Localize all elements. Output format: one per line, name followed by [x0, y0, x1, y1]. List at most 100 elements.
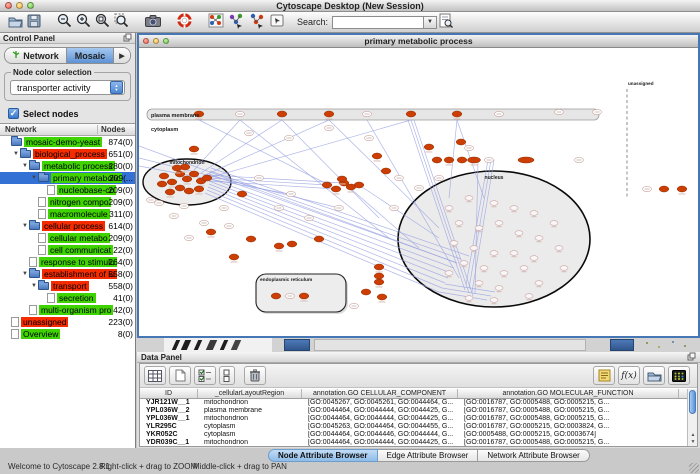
network-overview-button[interactable]: [206, 13, 226, 32]
network-node[interactable]: [490, 201, 498, 206]
create-attribute-button[interactable]: [169, 366, 191, 385]
tab-mosaic[interactable]: Mosaic: [67, 48, 114, 63]
network-node[interactable]: [445, 206, 453, 211]
scrollbar-thumb[interactable]: [689, 390, 696, 414]
network-node[interactable]: [495, 286, 503, 291]
network-node[interactable]: [194, 186, 204, 192]
network-node[interactable]: [510, 206, 518, 211]
tree-row[interactable]: ▼biological_process651(0): [0, 148, 135, 160]
tree-row[interactable]: multi-organism pro42(0): [0, 304, 135, 316]
column-header[interactable]: annotation.GO MOLECULAR_FUNCTION: [458, 389, 679, 398]
network-node[interactable]: [229, 254, 239, 260]
network-node[interactable]: [322, 182, 332, 188]
network-node[interactable]: [495, 221, 503, 226]
network-node[interactable]: [324, 111, 334, 117]
snapshot-button[interactable]: [143, 13, 163, 32]
table-row[interactable]: YPL036W__1mitochondrion[GO:0044464, GO:0…: [140, 415, 697, 423]
delete-attribute-button[interactable]: [244, 366, 266, 385]
network-node[interactable]: [518, 157, 534, 163]
network-node[interactable]: [555, 246, 563, 251]
tree-row[interactable]: macromolecule311(0): [0, 208, 135, 220]
attribute-matrix-button[interactable]: [668, 366, 690, 385]
network-node[interactable]: [525, 294, 533, 299]
tab-edge-attribute-browser[interactable]: Edge Attribute Browser: [378, 449, 479, 462]
tree-row[interactable]: ▼cellular process614(0): [0, 220, 135, 232]
network-node[interactable]: [165, 189, 175, 195]
unselect-attributes-button[interactable]: [219, 366, 235, 385]
network-node[interactable]: [271, 293, 281, 299]
network-node[interactable]: [287, 241, 297, 247]
vizmapper-button[interactable]: [226, 13, 247, 32]
resize-grip-icon[interactable]: [689, 463, 699, 473]
network-node[interactable]: [175, 185, 185, 191]
select-attributes-button[interactable]: [144, 366, 166, 385]
select-nodes-checkbox[interactable]: ✓: [8, 108, 19, 119]
network-node[interactable]: [515, 231, 523, 236]
network-node[interactable]: [184, 188, 194, 194]
network-node[interactable]: [377, 294, 387, 300]
tree-row[interactable]: Overview8(0): [0, 328, 135, 340]
network-node[interactable]: [450, 241, 458, 246]
table-row[interactable]: YJR121W__1mitochondrion[GO:0045267, GO:0…: [140, 399, 697, 407]
annotation-button[interactable]: [268, 13, 287, 32]
search-dropdown-button[interactable]: ▼: [424, 16, 437, 29]
network-node[interactable]: [465, 296, 473, 301]
tree-row[interactable]: ▼metabolic process280(0): [0, 160, 135, 172]
network-node[interactable]: [550, 221, 558, 226]
network-node[interactable]: [560, 266, 568, 271]
network-node[interactable]: [277, 111, 287, 117]
network-node[interactable]: [475, 226, 483, 231]
network-node[interactable]: [456, 139, 466, 145]
network-node[interactable]: [470, 246, 478, 251]
tab-overflow-arrow[interactable]: ▶: [114, 48, 130, 63]
tree-row[interactable]: secretion41(0): [0, 292, 135, 304]
float-panel-icon[interactable]: [687, 352, 696, 363]
color-attribute-combo[interactable]: transporter activity ▲▼: [10, 80, 125, 95]
network-node[interactable]: [500, 271, 508, 276]
help-button[interactable]: [175, 13, 194, 32]
scrollbar-arrows[interactable]: ▲▼: [688, 432, 698, 446]
network-node[interactable]: [182, 176, 192, 182]
float-panel-icon[interactable]: [123, 33, 132, 44]
network-node[interactable]: [460, 261, 468, 266]
table-row[interactable]: YPL036W__2plasma membrane[GO:0044464, GO…: [140, 407, 697, 415]
network-node[interactable]: [465, 196, 473, 201]
network-node[interactable]: [189, 146, 199, 152]
network-node[interactable]: [374, 273, 384, 279]
network-node[interactable]: [167, 179, 177, 185]
save-button[interactable]: [25, 13, 43, 32]
network-node[interactable]: [475, 281, 483, 286]
network-node[interactable]: [274, 243, 284, 249]
network-node[interactable]: [457, 157, 467, 163]
network-node[interactable]: [452, 111, 462, 117]
zoom-fit-button[interactable]: [93, 13, 112, 32]
expand-arrow-icon[interactable]: ▼: [12, 151, 20, 157]
tree-row[interactable]: cellular metabo209(0): [0, 232, 135, 244]
function-builder-button[interactable]: f(x): [618, 366, 640, 385]
network-node[interactable]: [372, 153, 382, 159]
network-node[interactable]: [535, 281, 543, 286]
network-node[interactable]: [354, 182, 364, 188]
network-node[interactable]: [374, 264, 384, 270]
network-node[interactable]: [490, 298, 498, 303]
network-node[interactable]: [432, 157, 442, 163]
table-row[interactable]: YLR295Ccytoplasm[GO:0045263, GO:0044464,…: [140, 423, 697, 431]
expand-arrow-icon[interactable]: ▼: [21, 223, 29, 229]
network-node[interactable]: [520, 266, 528, 271]
network-node[interactable]: [202, 175, 212, 181]
network-node[interactable]: [468, 157, 481, 163]
expand-arrow-icon[interactable]: ▼: [21, 163, 29, 169]
tree-row[interactable]: nitrogen compo209(0): [0, 196, 135, 208]
network-node[interactable]: [490, 251, 498, 256]
network-node[interactable]: [246, 236, 256, 242]
network-node[interactable]: [237, 191, 247, 197]
network-node[interactable]: [299, 293, 309, 299]
network-node[interactable]: [455, 221, 463, 226]
expand-arrow-icon[interactable]: ▼: [21, 271, 29, 277]
tree-row[interactable]: cell communicat22(0): [0, 244, 135, 256]
network-node[interactable]: [530, 256, 538, 261]
network-node[interactable]: [445, 271, 453, 276]
network-node[interactable]: [444, 157, 454, 163]
tree-row[interactable]: nucleobase-co209(0): [0, 184, 135, 196]
expand-arrow-icon[interactable]: ▼: [30, 283, 38, 289]
